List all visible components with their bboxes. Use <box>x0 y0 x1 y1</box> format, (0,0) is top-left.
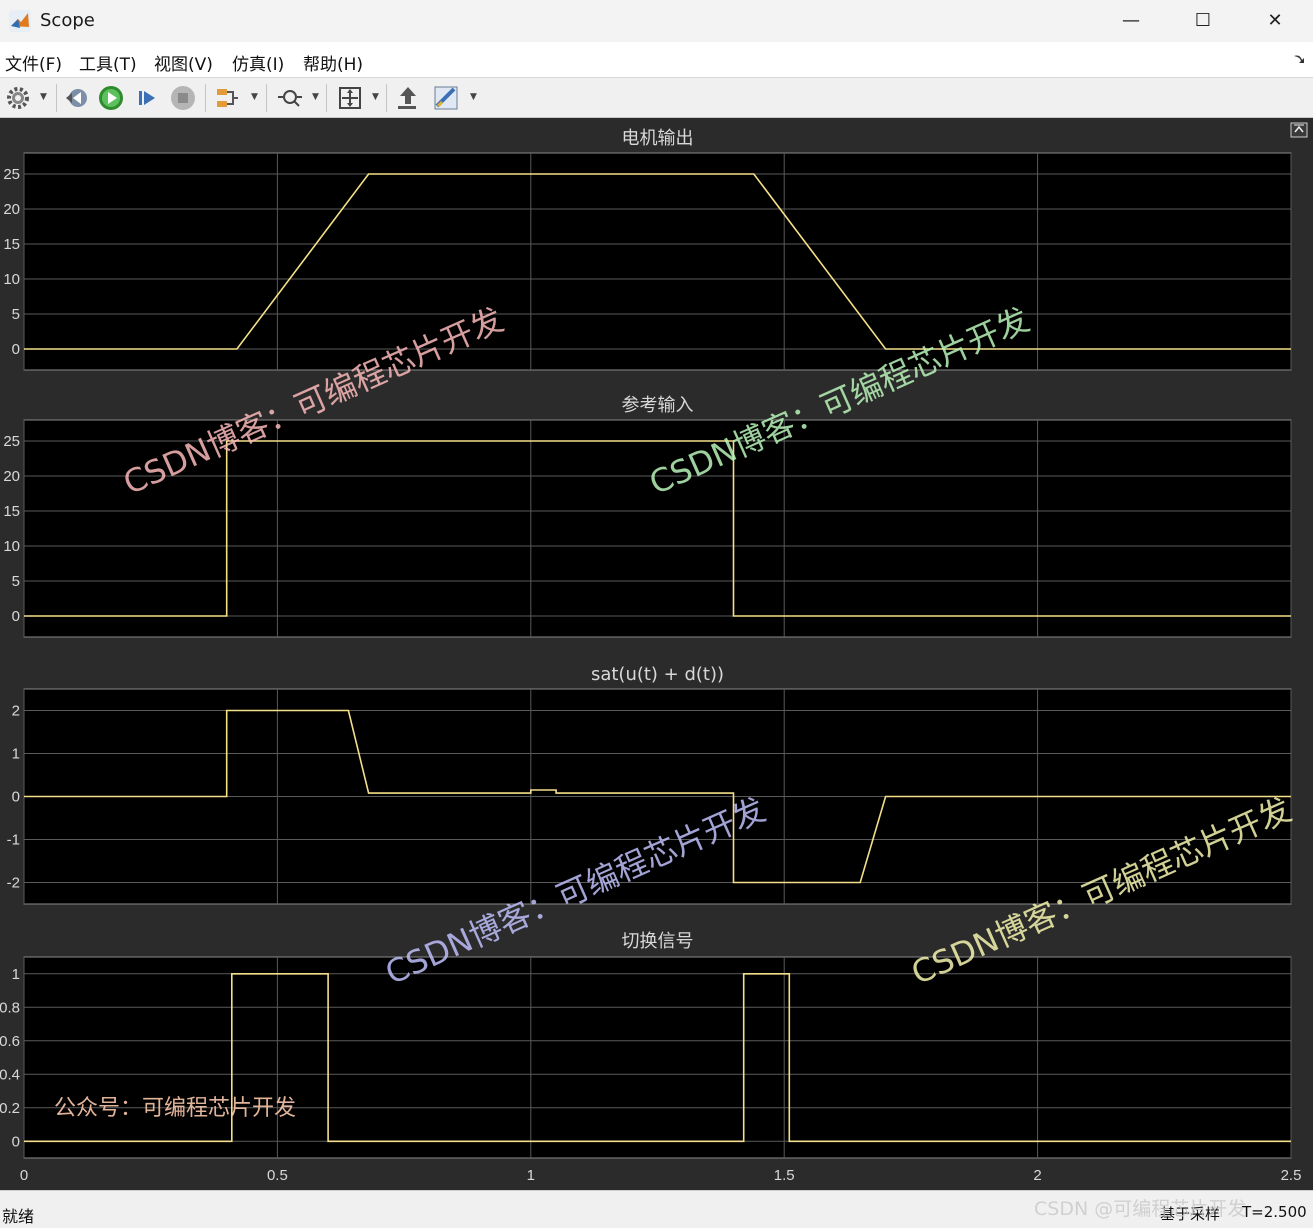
matlab-icon <box>9 10 31 32</box>
zoom-icon[interactable] <box>276 84 304 112</box>
x-tick-label: 2 <box>1033 1167 1041 1184</box>
watermark-wechat: 公众号：可编程芯片开发 <box>54 1096 297 1121</box>
y-tick-label: 0.6 <box>0 1033 20 1050</box>
panel-title: 电机输出 <box>622 128 694 149</box>
panel-title: 切换信号 <box>622 931 694 952</box>
chevron-down-icon[interactable]: ▼ <box>372 92 379 102</box>
scope-figure: 0 5 10 15 20 25 电机输出 0 5 10 15 20 25 参考输入 -2 -1 0 1 2 sat(u… <box>0 118 1313 1190</box>
panel-title: 参考输入 <box>622 395 694 416</box>
menu-view[interactable]: 视图(V) <box>154 50 213 75</box>
signal-selector-icon[interactable] <box>213 84 241 112</box>
x-tick-label: 1.5 <box>774 1167 795 1184</box>
menu-file[interactable]: 文件(F) <box>5 50 62 75</box>
y-tick-label: 1 <box>12 746 20 763</box>
menu-bar: 文件(F) 工具(T) 视图(V) 仿真(I) 帮助(H) <box>0 42 1313 78</box>
menu-tools[interactable]: 工具(T) <box>79 50 137 75</box>
step-back-icon[interactable] <box>62 84 90 112</box>
toolbar: ▼ ▼ ▼ ▼ ▼ <box>0 78 1313 118</box>
autoscale-icon[interactable] <box>336 84 364 112</box>
y-tick-label: 0 <box>12 1133 20 1150</box>
y-tick-label: 15 <box>3 503 20 520</box>
toolbar-separator <box>266 84 267 112</box>
title-bar: Scope — ☐ ✕ <box>0 0 1313 42</box>
dock-arrow-icon[interactable] <box>1292 52 1306 66</box>
y-tick-label: 0 <box>12 341 20 358</box>
y-tick-label: 20 <box>3 201 20 218</box>
toolbar-separator <box>326 84 327 112</box>
y-tick-label: 0.2 <box>0 1100 20 1117</box>
y-tick-label: 0.4 <box>0 1066 20 1083</box>
y-tick-label: 0.8 <box>0 999 20 1016</box>
y-tick-label: 0 <box>12 789 20 806</box>
y-tick-label: 10 <box>3 271 20 288</box>
stop-icon[interactable] <box>169 84 197 112</box>
chevron-down-icon[interactable]: ▼ <box>312 92 319 102</box>
toolbar-separator <box>56 84 57 112</box>
toolbar-separator <box>205 84 206 112</box>
y-tick-label: -1 <box>7 832 20 849</box>
y-tick-label: 10 <box>3 538 20 555</box>
y-tick-label: 1 <box>12 966 20 983</box>
chevron-down-icon[interactable]: ▼ <box>251 92 258 102</box>
x-tick-label: 1 <box>527 1167 535 1184</box>
toolbar-separator <box>386 84 387 112</box>
step-forward-icon[interactable] <box>133 84 161 112</box>
chevron-down-icon[interactable]: ▼ <box>470 92 477 102</box>
simulation-time: T=2.500 <box>1242 1203 1307 1221</box>
y-tick-label: 25 <box>3 166 20 183</box>
panel-title: sat(u(t) + d(t)) <box>591 664 724 685</box>
x-tick-label: 0 <box>20 1167 28 1184</box>
measurements-icon[interactable] <box>432 84 460 112</box>
y-tick-label: 0 <box>12 608 20 625</box>
watermark-footer: CSDN @可编程芯片开发 <box>1034 1198 1247 1220</box>
gear-icon[interactable] <box>4 84 32 112</box>
y-tick-label: 2 <box>12 703 20 720</box>
maximize-button[interactable]: ☐ <box>1167 0 1239 42</box>
plot-area[interactable] <box>23 152 1292 371</box>
run-icon[interactable] <box>97 84 125 112</box>
menu-help[interactable]: 帮助(H) <box>303 50 363 75</box>
x-tick-label: 0.5 <box>267 1167 288 1184</box>
y-tick-label: 25 <box>3 433 20 450</box>
highlight-simulink-block-icon[interactable] <box>394 84 422 112</box>
undock-icon[interactable] <box>1290 122 1308 138</box>
y-tick-label: 20 <box>3 468 20 485</box>
y-tick-label: 5 <box>12 573 20 590</box>
y-tick-label: 5 <box>12 306 20 323</box>
y-tick-label: 15 <box>3 236 20 253</box>
y-tick-label: -2 <box>7 875 20 892</box>
plot-area[interactable] <box>23 956 1292 1159</box>
chevron-down-icon[interactable]: ▼ <box>40 92 47 102</box>
close-button[interactable]: ✕ <box>1239 0 1311 42</box>
x-tick-label: 2.5 <box>1281 1167 1302 1184</box>
minimize-button[interactable]: — <box>1095 0 1167 42</box>
status-text: 就绪 <box>2 1207 35 1226</box>
scope-panel-1[interactable]: 0 5 10 15 20 25 电机输出 <box>3 128 1292 371</box>
window-title: Scope <box>40 10 95 31</box>
menu-simulation[interactable]: 仿真(I) <box>232 50 284 75</box>
scope-axes-area[interactable]: 0510152025电机输出0510152025参考输入-2-1012sat(u… <box>0 118 1313 1190</box>
scope-panel-4[interactable]: 0 0.2 0.4 0.6 0.8 1 切换信号 0 0.5 1 1.5 2 2.5 <box>0 931 1301 1184</box>
